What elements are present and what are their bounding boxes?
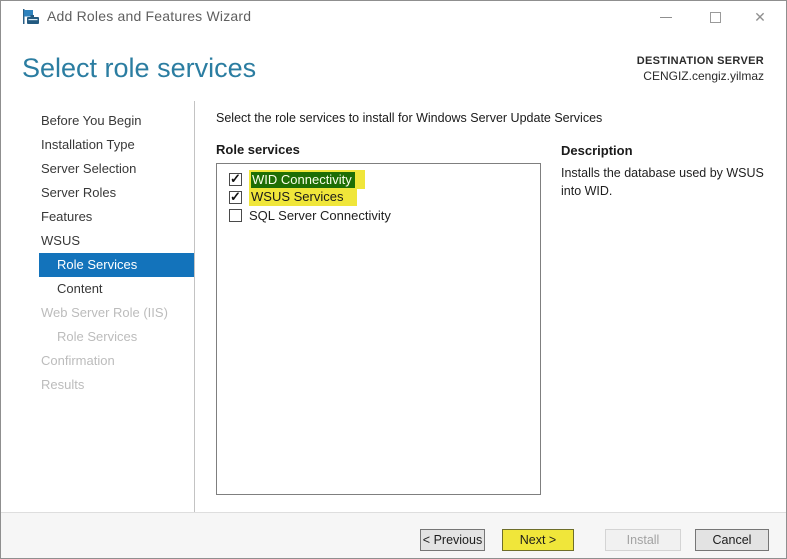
page-title: Select role services (22, 53, 256, 84)
sidebar-divider (194, 101, 195, 512)
service-label: WSUS Services (249, 188, 357, 206)
minimize-button[interactable] (652, 5, 680, 29)
sidebar-item-role-services-selected[interactable]: Role Services (39, 253, 194, 277)
description-text: Installs the database used by WSUS into … (561, 165, 773, 200)
sidebar-item-web-server-role-iis: Web Server Role (IIS) (1, 301, 194, 325)
sidebar-item-before-you-begin[interactable]: Before You Begin (1, 109, 194, 133)
wizard-steps-sidebar: Before You Begin Installation Type Serve… (1, 109, 194, 397)
wizard-icon (22, 9, 40, 25)
titlebar: Add Roles and Features Wizard ✕ (1, 1, 786, 33)
sidebar-item-installation-type[interactable]: Installation Type (1, 133, 194, 157)
sidebar-item-content[interactable]: Content (1, 277, 194, 301)
role-services-label: Role services (216, 142, 300, 157)
previous-button[interactable]: < Previous (420, 529, 485, 551)
checkbox-wsus-services-checked[interactable] (229, 191, 242, 204)
sidebar-item-features[interactable]: Features (1, 205, 194, 229)
service-row-wid-connectivity[interactable]: WID Connectivity (229, 170, 540, 188)
description-title: Description (561, 143, 633, 158)
next-button[interactable]: Next > (502, 529, 574, 551)
sidebar-item-wsus[interactable]: WSUS (1, 229, 194, 253)
sidebar-item-results: Results (1, 373, 194, 397)
sidebar-item-role-services-iis: Role Services (1, 325, 194, 349)
service-label: WID Connectivity (251, 172, 355, 188)
maximize-button[interactable] (701, 5, 729, 29)
destination-server-block: DESTINATION SERVER CENGIZ.cengiz.yilmaz (637, 55, 764, 83)
service-row-wsus-services[interactable]: WSUS Services (229, 188, 540, 206)
window-title: Add Roles and Features Wizard (47, 8, 251, 24)
add-roles-features-wizard-window: Add Roles and Features Wizard ✕ Select r… (0, 0, 787, 559)
sidebar-item-server-selection[interactable]: Server Selection (1, 157, 194, 181)
destination-server-name: CENGIZ.cengiz.yilmaz (637, 69, 764, 83)
checkbox-wid-connectivity-checked[interactable] (229, 173, 242, 186)
sidebar-item-confirmation: Confirmation (1, 349, 194, 373)
install-button: Install (605, 529, 681, 551)
highlight-marker: WID Connectivity (249, 170, 365, 189)
cancel-button[interactable]: Cancel (695, 529, 769, 551)
service-row-sql-server-connectivity[interactable]: SQL Server Connectivity (229, 206, 540, 224)
role-services-listbox[interactable]: WID Connectivity WSUS Services SQL Serve… (216, 163, 541, 495)
service-label: SQL Server Connectivity (249, 208, 391, 223)
instruction-text: Select the role services to install for … (216, 111, 602, 125)
sidebar-item-server-roles[interactable]: Server Roles (1, 181, 194, 205)
close-button[interactable]: ✕ (746, 5, 774, 29)
footer-bar: < Previous Next > Install Cancel (1, 512, 786, 559)
destination-server-label: DESTINATION SERVER (637, 55, 764, 67)
checkbox-sql-server-connectivity-unchecked[interactable] (229, 209, 242, 222)
